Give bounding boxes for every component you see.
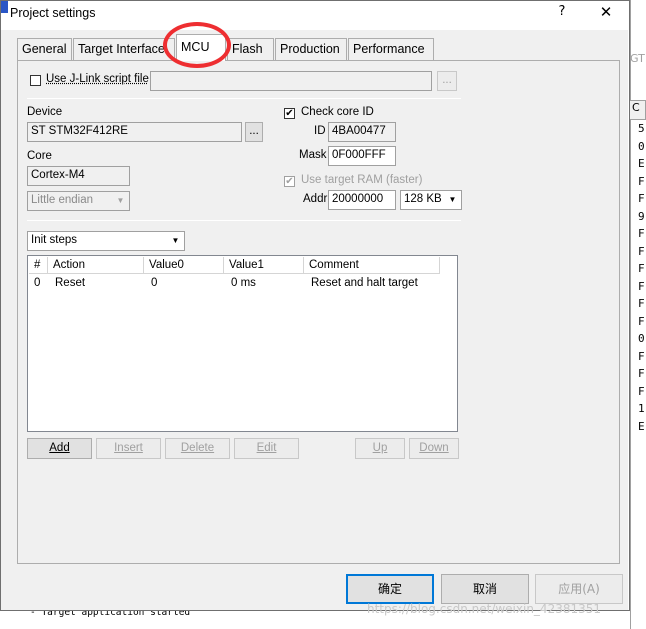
background-column-value: F bbox=[638, 244, 645, 258]
table-cell[interactable]: Reset bbox=[55, 277, 85, 289]
background-column-value: F bbox=[638, 349, 645, 363]
endian-value: Little endian bbox=[31, 194, 94, 206]
background-label: GT bbox=[630, 52, 645, 65]
column-header[interactable]: Action bbox=[48, 257, 144, 274]
steps-table[interactable]: # Action Value0 Value1 Comment 0 Reset 0… bbox=[27, 255, 458, 432]
tab-mcu[interactable]: MCU bbox=[176, 34, 226, 61]
use-target-ram-checkbox[interactable]: ✔ bbox=[284, 176, 295, 187]
checkmark-icon: ✔ bbox=[285, 176, 294, 187]
background-column-value: 5 bbox=[638, 122, 645, 135]
tab-general[interactable]: General bbox=[17, 38, 72, 60]
script-browse-button[interactable]: ... bbox=[437, 71, 457, 91]
chevron-down-icon: ▼ bbox=[448, 195, 457, 204]
addr-label: Addr bbox=[303, 193, 328, 205]
device-browse-button[interactable]: ... bbox=[245, 122, 263, 142]
core-id-label: ID bbox=[314, 125, 326, 137]
check-core-id-label: Check core ID bbox=[301, 106, 374, 118]
add-button[interactable]: Add bbox=[27, 438, 92, 459]
background-column-value: F bbox=[638, 314, 645, 328]
separator bbox=[27, 98, 461, 99]
background-column-value: F bbox=[638, 297, 645, 310]
core-field: Cortex-M4 bbox=[27, 166, 130, 186]
background-column-value: E bbox=[638, 157, 645, 170]
close-button[interactable]: ✕ bbox=[594, 3, 618, 25]
device-field[interactable]: ST STM32F412RE bbox=[27, 122, 242, 142]
column-header[interactable]: Comment bbox=[304, 257, 440, 274]
background-column-value: 0 bbox=[638, 139, 645, 153]
chevron-down-icon: ▼ bbox=[171, 236, 180, 245]
background-column-value: F bbox=[638, 227, 645, 240]
background-column-value: E bbox=[638, 419, 645, 433]
script-path-field[interactable] bbox=[150, 71, 432, 91]
use-script-label: Use J-Link script file bbox=[46, 73, 149, 85]
cancel-button[interactable]: 取消 bbox=[441, 574, 529, 604]
background-column-value: 1 bbox=[638, 402, 645, 415]
background-column-value: F bbox=[638, 192, 645, 205]
chevron-down-icon: ▼ bbox=[116, 196, 125, 205]
core-id-field: 4BA00477 bbox=[328, 122, 396, 142]
background-column-value: F bbox=[638, 174, 645, 188]
table-cell[interactable]: 0 ms bbox=[231, 277, 256, 289]
ram-size-select[interactable]: 128 KB ▼ bbox=[400, 190, 462, 210]
background-column-value: F bbox=[638, 262, 645, 275]
help-button[interactable]: ? bbox=[552, 4, 572, 24]
background-column-value: F bbox=[638, 384, 645, 398]
background-column-value: 0 bbox=[638, 332, 645, 345]
device-label: Device bbox=[27, 106, 63, 118]
endian-select[interactable]: Little endian ▼ bbox=[27, 191, 130, 211]
use-target-ram-label: Use target RAM (faster) bbox=[301, 174, 423, 186]
app-icon bbox=[1, 1, 8, 13]
insert-button-label: Insert bbox=[114, 442, 143, 454]
ram-size-value: 128 KB bbox=[404, 193, 442, 205]
column-header[interactable]: Value1 bbox=[224, 257, 304, 274]
up-button-label: Up bbox=[372, 442, 388, 454]
apply-button[interactable]: 应用(A) bbox=[535, 574, 623, 604]
table-cell[interactable]: 0 bbox=[34, 277, 40, 289]
edit-button[interactable]: Edit bbox=[234, 438, 299, 459]
dialog-title: Project settings bbox=[10, 6, 96, 20]
ok-button[interactable]: 确定 bbox=[346, 574, 434, 604]
core-label: Core bbox=[27, 150, 52, 162]
column-header[interactable]: # bbox=[29, 257, 48, 274]
column-header[interactable]: Value0 bbox=[144, 257, 224, 274]
tab-performance[interactable]: Performance bbox=[348, 38, 434, 60]
mask-field[interactable]: 0F000FFF bbox=[328, 146, 396, 166]
table-cell[interactable]: 0 bbox=[151, 277, 157, 289]
delete-button[interactable]: Delete bbox=[165, 438, 230, 459]
checkmark-icon: ✔ bbox=[285, 108, 294, 119]
edit-button-label: Edit bbox=[256, 442, 277, 454]
addr-field[interactable]: 20000000 bbox=[328, 190, 396, 210]
use-script-checkbox[interactable] bbox=[30, 75, 41, 86]
background-column-header: C bbox=[628, 100, 646, 120]
steps-type-select[interactable]: Init steps ▼ bbox=[27, 231, 185, 251]
tab-production[interactable]: Production bbox=[275, 38, 347, 60]
separator bbox=[27, 220, 461, 221]
table-cell[interactable]: Reset and halt target bbox=[311, 277, 418, 289]
add-button-label: Add bbox=[49, 442, 70, 454]
steps-type-value: Init steps bbox=[31, 234, 78, 246]
watermark: https://blog.csdn.net/weixin_42381351 bbox=[367, 602, 602, 616]
check-core-id-checkbox[interactable]: ✔ bbox=[284, 108, 295, 119]
down-button-label: Down bbox=[419, 442, 449, 454]
tab-target-interface[interactable]: Target Interface bbox=[73, 38, 175, 60]
background-column-value: 9 bbox=[638, 209, 645, 223]
background-column-value: F bbox=[638, 279, 645, 293]
up-button[interactable]: Up bbox=[355, 438, 405, 459]
background-column-value: F bbox=[638, 367, 645, 380]
down-button[interactable]: Down bbox=[409, 438, 459, 459]
tab-flash[interactable]: Flash bbox=[227, 38, 274, 60]
delete-button-label: Delete bbox=[180, 442, 215, 454]
mask-label: Mask bbox=[299, 149, 327, 161]
insert-button[interactable]: Insert bbox=[96, 438, 161, 459]
